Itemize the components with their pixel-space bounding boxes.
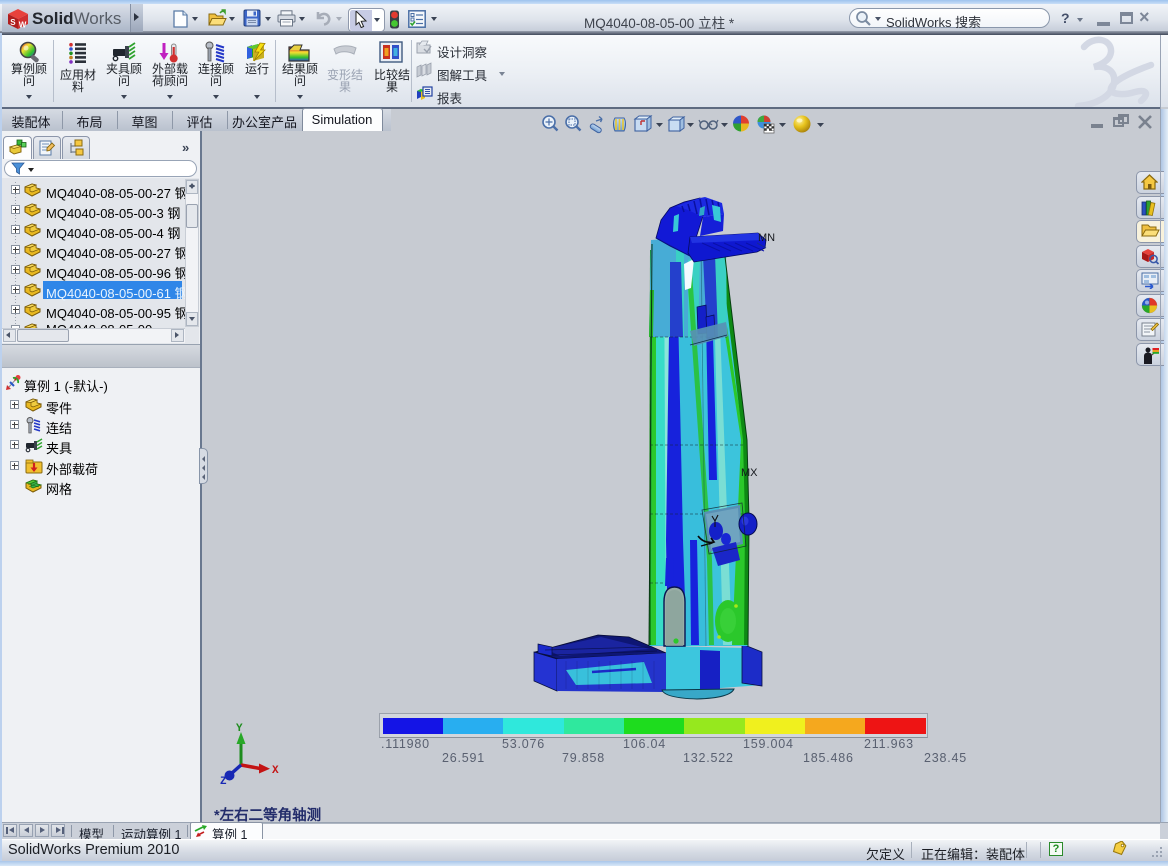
svg-text:MN: MN [758, 232, 775, 244]
svg-text:X: X [272, 765, 279, 777]
svg-text:S: S [10, 18, 16, 27]
svg-text:*: * [14, 378, 17, 385]
svg-text:Z: Z [220, 776, 227, 788]
svg-text:Y: Y [236, 723, 243, 735]
svg-text:W: W [19, 21, 27, 30]
svg-text:MX: MX [741, 467, 758, 479]
